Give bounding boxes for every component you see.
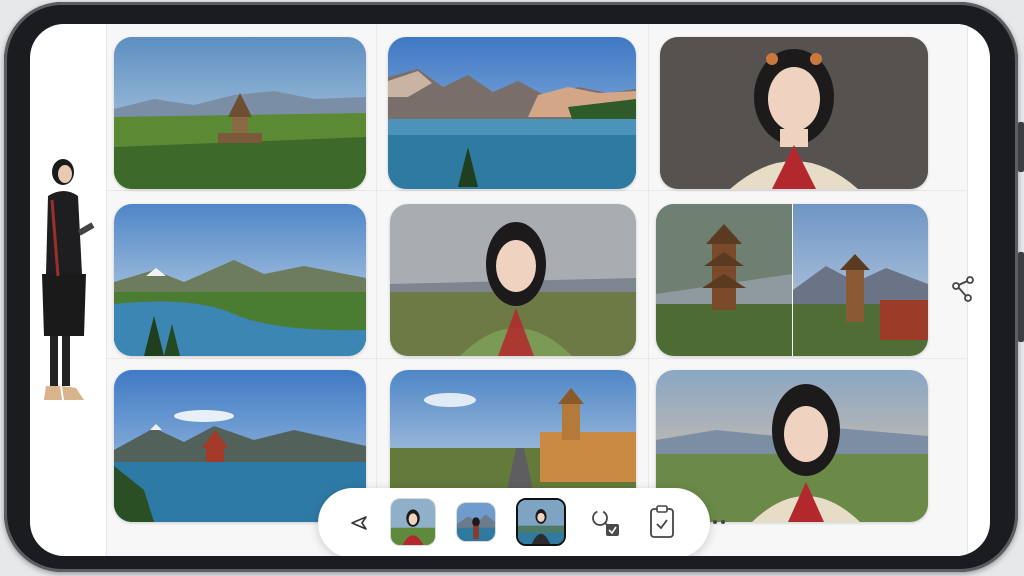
photo-tile-mountain-lake[interactable]: [388, 37, 636, 189]
grid-divider: [376, 24, 377, 556]
phone-frame: [4, 2, 1024, 572]
bottom-toolbar: [318, 488, 725, 556]
volume-button: [1018, 122, 1024, 172]
search-check-icon[interactable]: [588, 506, 622, 540]
grid-divider: [106, 190, 966, 191]
toolbar-thumbnail-selected[interactable]: [516, 498, 566, 546]
clipboard-icon[interactable]: [648, 504, 676, 540]
photo-tile-temple-meadow[interactable]: [114, 37, 366, 189]
photo-tile-river-valley[interactable]: [114, 204, 366, 356]
photo-tile-woman-portrait[interactable]: [660, 37, 928, 189]
send-icon[interactable]: [350, 514, 368, 532]
photo-tile-pagoda-collage[interactable]: [656, 204, 928, 356]
share-icon[interactable]: [948, 274, 978, 304]
photo-tile-woman-grassland[interactable]: [390, 204, 636, 356]
woman-figure-illustration: [42, 159, 95, 400]
toolbar-thumbnail-portrait[interactable]: [390, 498, 436, 546]
grid-divider: [648, 24, 649, 556]
more-icon[interactable]: [712, 518, 728, 526]
grid-divider: [106, 358, 966, 359]
power-button: [1018, 252, 1024, 342]
phone-screen: [30, 24, 990, 556]
toolbar-thumbnail-person-lake[interactable]: [456, 502, 496, 542]
